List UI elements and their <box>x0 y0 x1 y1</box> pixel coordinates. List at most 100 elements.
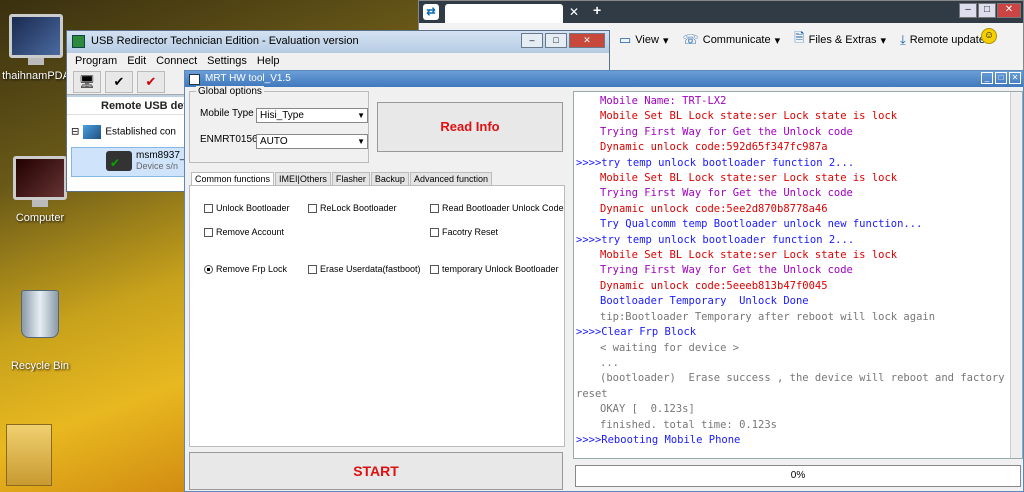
tab-common-functions[interactable]: Common functions <box>191 172 275 185</box>
option-label: Remove Frp Lock <box>216 264 288 274</box>
log-line: < waiting for device > <box>600 341 740 354</box>
close-tab-icon[interactable]: ✕ <box>569 5 579 19</box>
option-label: ReLock Bootloader <box>320 203 397 213</box>
checkbox-box <box>308 264 317 274</box>
window-title-bar: MRT HW tool_V1.5 _ □ ✕ <box>185 71 1023 87</box>
close-button[interactable]: ✕ <box>997 3 1021 18</box>
session-tab[interactable] <box>445 4 563 23</box>
read-info-button[interactable]: Read Info <box>377 102 563 152</box>
feedback-smiley-icon[interactable]: ☺ <box>981 28 997 44</box>
log-line: Dynamic unlock code:5eeeb813b47f0045 <box>600 279 828 292</box>
mobile-type-select[interactable]: Hisi_Type ▼ <box>256 108 368 123</box>
close-button[interactable]: ✕ <box>1009 72 1021 84</box>
windows-pc-icon <box>83 125 102 139</box>
minimize-button[interactable]: – <box>521 33 543 48</box>
folder-icon[interactable] <box>6 424 52 486</box>
remote-update-button[interactable]: ⤓ Remote update <box>900 32 985 48</box>
recycle-bin-icon <box>21 290 59 338</box>
window-title: MRT HW tool_V1.5 <box>205 73 291 84</box>
close-button[interactable]: ✕ <box>569 33 605 48</box>
app-icon <box>189 74 200 85</box>
update-icon: ⤓ <box>899 32 906 47</box>
view-icon: ▭ <box>619 32 632 47</box>
tab-advanced-function[interactable]: Advanced function <box>409 172 493 185</box>
maximize-button[interactable]: □ <box>978 3 996 18</box>
toolbar-label: Files & Extras <box>808 34 877 46</box>
chevron-down-icon: ▾ <box>880 34 886 47</box>
log-line: >>>>try temp unlock bootloader function … <box>576 156 855 169</box>
teamviewer-logo-icon: ⇄ <box>423 4 439 20</box>
checkbox-box <box>430 264 439 274</box>
add-tab-icon[interactable]: + <box>593 2 601 18</box>
remove-account-checkbox[interactable]: Remove Account <box>204 227 284 237</box>
radio-selected <box>204 264 213 274</box>
progress-bar: 0% <box>575 465 1021 487</box>
erase-userdata-checkbox[interactable]: Erase Userdata(fastboot) <box>308 264 421 274</box>
mrt-tool-window: MRT HW tool_V1.5 _ □ ✕ Global options Mo… <box>184 70 1024 492</box>
option-label: Facotry Reset <box>442 227 499 237</box>
tree-item-device[interactable]: msm8937_ Device s/n <box>71 147 185 177</box>
tab-flasher[interactable]: Flasher <box>331 172 370 185</box>
log-scrollbar[interactable] <box>1010 92 1022 458</box>
minimize-button[interactable]: – <box>959 3 977 18</box>
factory-reset-checkbox[interactable]: Facotry Reset <box>430 227 498 237</box>
disconnect-button[interactable]: ✔ <box>137 71 165 93</box>
log-line: tip:Bootloader Temporary after reboot wi… <box>600 310 936 323</box>
log-line: >>>>Clear Frp Block <box>576 326 697 339</box>
menu-program[interactable]: Program <box>75 53 117 69</box>
desktop-icon-recycle-bin[interactable]: Recycle Bin <box>4 290 76 372</box>
view-menu[interactable]: ▭ View ▾ <box>619 32 668 48</box>
desktop-icon-label: thaihnamPDA <box>2 70 70 82</box>
tab-backup[interactable]: Backup <box>370 172 409 185</box>
temp-unlock-checkbox[interactable]: temporary Unlock Bootloader <box>430 264 559 274</box>
menu-edit[interactable]: Edit <box>127 53 146 69</box>
start-button[interactable]: START <box>189 452 563 490</box>
device-tree: Remote USB devi ⊟ Established con msm8937… <box>67 97 185 191</box>
menu-settings[interactable]: Settings <box>207 53 247 69</box>
option-label: temporary Unlock Bootloader <box>442 264 559 274</box>
toolbar-label: Remote update <box>909 34 985 46</box>
option-label: Erase Userdata(fastboot) <box>320 264 421 274</box>
communicate-icon: ☏ <box>682 32 699 47</box>
enmrt-select[interactable]: AUTO ▼ <box>256 134 368 149</box>
desktop-icon-label: Computer <box>15 212 65 224</box>
log-line: >>>>Rebooting Mobile Phone <box>576 433 741 446</box>
log-output[interactable]: Mobile Name: TRT-LX2 Mobile Set BL Lock s… <box>573 91 1023 459</box>
unlock-bootloader-checkbox[interactable]: Unlock Bootloader <box>204 203 290 213</box>
connect-button[interactable]: ✔ <box>105 71 133 93</box>
log-line: OKAY [ 0.123s] <box>600 403 695 416</box>
collapse-icon[interactable]: ⊟ <box>71 127 79 138</box>
teamviewer-toolbar: ▭ View ▾ ☏ Communicate ▾ 🗎 Files & Extras ▾ ⤓ R… <box>619 29 985 51</box>
progress-label: 0% <box>790 470 806 481</box>
tree-item-connection[interactable]: ⊟ Established con <box>71 125 176 139</box>
maximize-button[interactable]: □ <box>995 72 1007 84</box>
enmrt-label: ENMRT01563 <box>200 134 264 145</box>
log-line: Mobile Set BL Lock state:ser Lock state … <box>600 249 898 262</box>
desktop-icon-user-pc[interactable]: thaihnamPDA <box>0 14 72 82</box>
tab-imei-others[interactable]: IMEI|Others <box>275 172 331 185</box>
toolbar-label: Communicate <box>702 34 771 46</box>
common-functions-panel: Unlock Bootloader ReLock Bootloader Read… <box>189 185 565 447</box>
chevron-down-icon: ▼ <box>357 137 365 146</box>
menu-connect[interactable]: Connect <box>156 53 197 69</box>
log-line: Mobile Set BL Lock state:ser Lock state … <box>600 172 898 185</box>
log-line: >>>>try temp unlock bootloader function … <box>576 233 855 246</box>
relock-bootloader-checkbox[interactable]: ReLock Bootloader <box>308 203 397 213</box>
files-extras-menu[interactable]: 🗎 Files & Extras ▾ <box>794 29 886 51</box>
remove-frp-radio[interactable]: Remove Frp Lock <box>204 264 287 274</box>
log-line: (bootloader) Erase success , the device … <box>600 372 1005 385</box>
add-server-button[interactable]: 🖥 <box>73 71 101 93</box>
log-line: Try Qualcomm temp Bootloader unlock new … <box>600 218 923 231</box>
chevron-down-icon: ▾ <box>662 34 669 47</box>
menu-help[interactable]: Help <box>257 53 280 69</box>
minimize-button[interactable]: _ <box>981 72 993 84</box>
communicate-menu[interactable]: ☏ Communicate ▾ <box>682 32 780 48</box>
window-controls: – □ ✕ <box>959 3 1021 18</box>
log-line: Trying First Way for Get the Unlock code <box>600 264 853 277</box>
maximize-button[interactable]: □ <box>545 33 567 48</box>
log-line: Mobile Name: TRT-LX2 <box>600 95 727 107</box>
read-unlock-code-checkbox[interactable]: Read Bootloader Unlock Code <box>430 203 564 213</box>
computer-icon <box>13 156 67 207</box>
desktop-icon-label: Recycle Bin <box>10 360 70 372</box>
chevron-down-icon: ▼ <box>357 111 365 120</box>
